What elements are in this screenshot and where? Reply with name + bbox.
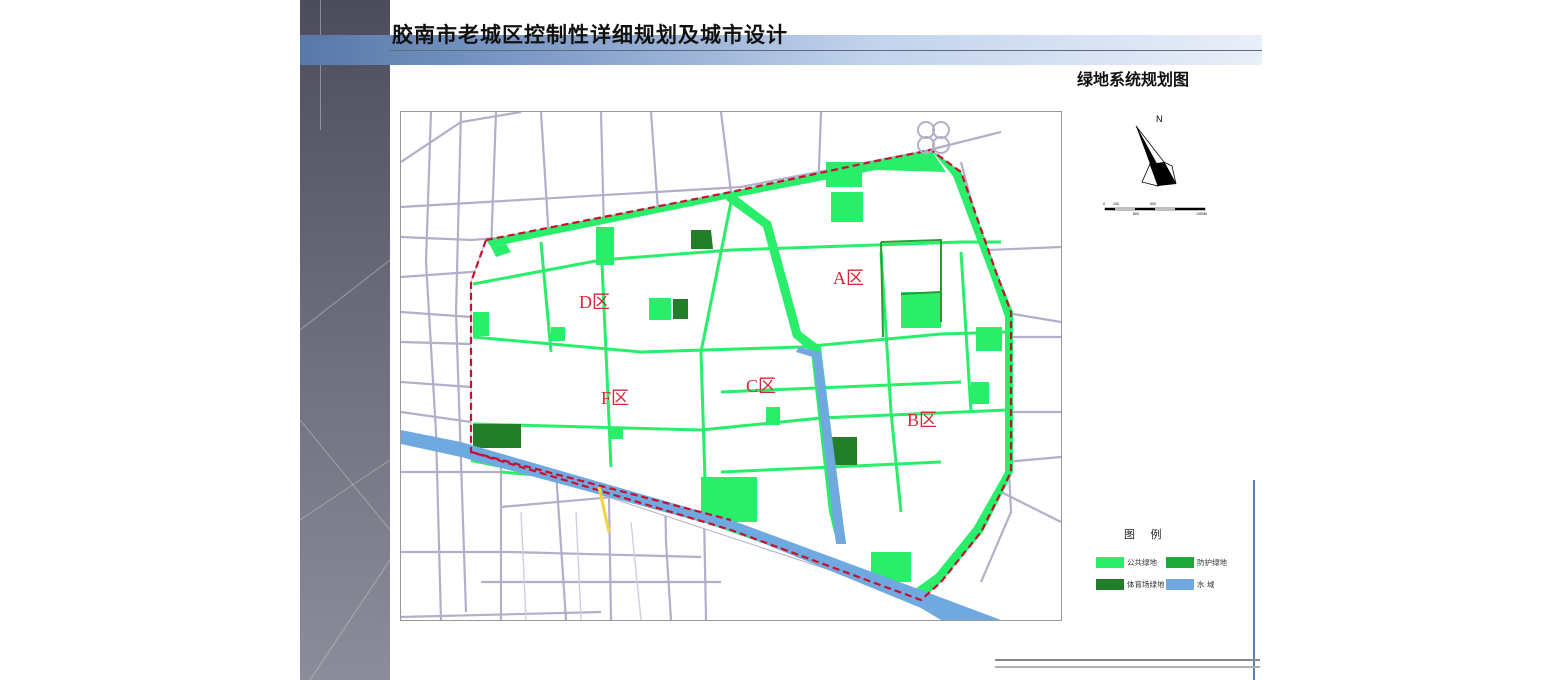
scale-label-0: 0 bbox=[1103, 202, 1105, 206]
decorative-bottom-line bbox=[995, 666, 1260, 668]
legend-title: 图 例 bbox=[1124, 528, 1168, 541]
zone-label-a: A区 bbox=[833, 268, 864, 288]
legend-label: 公共绿地 bbox=[1127, 558, 1157, 567]
zone-label-d: D区 bbox=[579, 292, 610, 312]
left-decorative-panel bbox=[300, 0, 390, 680]
legend-label: 体育场绿地 bbox=[1127, 580, 1165, 589]
north-label: N bbox=[1156, 114, 1163, 124]
scale-label-1: 100 bbox=[1113, 202, 1119, 206]
decorative-vertical-line bbox=[1253, 480, 1255, 680]
page-title: 胶南市老城区控制性详细规划及城市设计 bbox=[392, 23, 788, 47]
legend-swatch bbox=[1166, 579, 1194, 590]
north-arrow-icon: N bbox=[1135, 114, 1177, 187]
slide: 胶南市老城区控制性详细规划及城市设计 绿地系统规划图 A区 B区 C区 D区 F… bbox=[0, 0, 1560, 680]
legend-swatch bbox=[1166, 557, 1194, 568]
roundabout bbox=[917, 121, 950, 154]
legend-item-water: 水 域 bbox=[1166, 579, 1214, 590]
scale-label-2: 500 bbox=[1150, 202, 1156, 206]
legend-swatch bbox=[1096, 579, 1124, 590]
scale-label-4: 1000M bbox=[1196, 212, 1207, 216]
legend-swatch bbox=[1096, 557, 1124, 568]
legend-item-sports-green: 体育场绿地 bbox=[1096, 579, 1165, 590]
decorative-bottom-line bbox=[995, 659, 1260, 661]
scale-bar-graphic: 0 100 500 800 1000M bbox=[1103, 202, 1207, 216]
map-canvas: A区 B区 C区 D区 F区 bbox=[401, 112, 1061, 620]
legend-item-public-green: 公共绿地 bbox=[1096, 557, 1157, 568]
legend-label: 水 域 bbox=[1197, 580, 1215, 589]
legend-item-protective-green: 防护绿地 bbox=[1166, 557, 1227, 568]
zone-label-c: C区 bbox=[746, 376, 776, 396]
zone-label-b: B区 bbox=[907, 410, 937, 430]
header-rule bbox=[390, 50, 1262, 51]
green-space-plan-map: A区 B区 C区 D区 F区 bbox=[400, 111, 1062, 621]
zone-label-f: F区 bbox=[601, 388, 629, 408]
map-subtitle: 绿地系统规划图 bbox=[1077, 70, 1190, 89]
compass-rose: N bbox=[1128, 112, 1184, 192]
legend-label: 防护绿地 bbox=[1197, 558, 1227, 567]
scale-label-3: 800 bbox=[1133, 212, 1139, 216]
panel-diagonals bbox=[300, 259, 390, 680]
scale-bar: 0 100 500 800 1000M bbox=[1100, 200, 1210, 216]
